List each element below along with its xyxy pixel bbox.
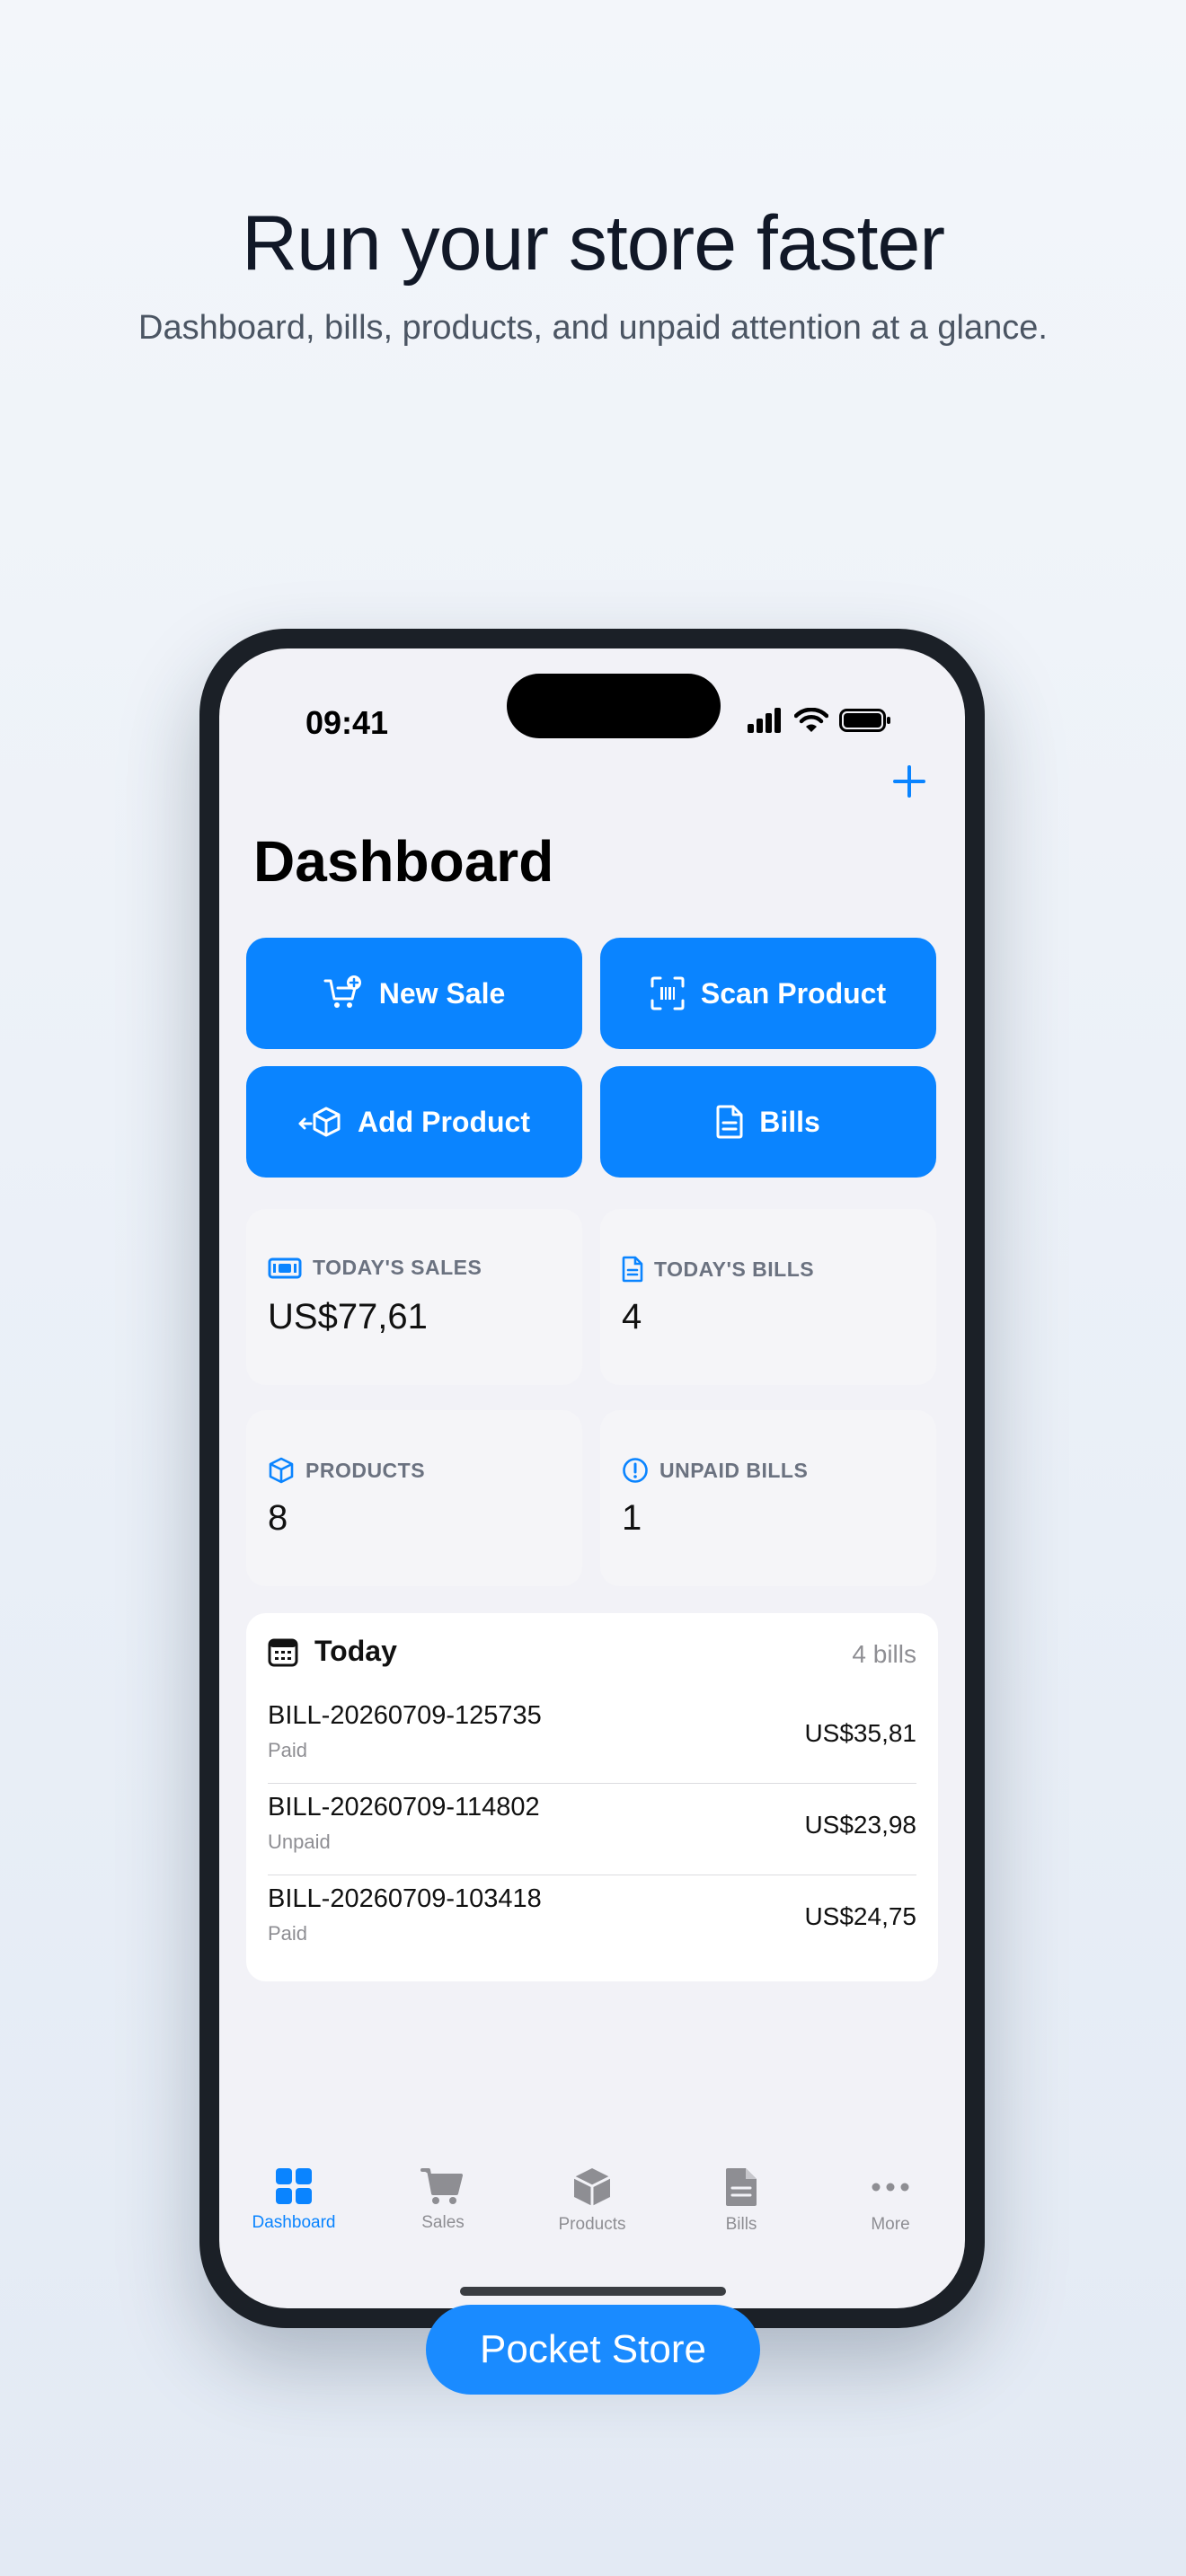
unpaid-bills-card[interactable]: UNPAID BILLS 1 [600,1410,936,1586]
tab-bar: Dashboard Sales Products Bills More [219,2166,965,2265]
marketing-headline: Run your store faster [241,200,945,287]
bill-status: Paid [268,1922,308,1945]
bills-button[interactable]: Bills [600,1066,936,1178]
add-product-label: Add Product [358,1105,530,1138]
bill-id: BILL-20260709-114802 [268,1793,540,1822]
home-indicator [460,2287,726,2296]
ellipsis-icon [870,2166,911,2208]
tab-bills-label: Bills [725,2215,757,2234]
tab-sales-label: Sales [421,2213,465,2232]
new-sale-button[interactable]: New Sale [246,938,582,1049]
barcode-scan-icon [651,976,685,1010]
bills-label: Bills [759,1105,820,1138]
grid-icon [274,2166,314,2206]
bill-amount: US$23,98 [804,1811,916,1839]
brand-badge: Pocket Store [426,2305,760,2395]
unpaid-bills-value: 1 [622,1498,642,1538]
status-time: 09:41 [305,704,389,741]
tab-dashboard[interactable]: Dashboard [219,2166,368,2256]
todays-bills-value: 4 [622,1297,642,1337]
bill-id: BILL-20260709-103418 [268,1884,542,1913]
todays-bills-label: TODAY'S BILLS [654,1257,815,1281]
bill-id: BILL-20260709-125735 [268,1701,542,1730]
cube-icon [268,1457,295,1484]
phone-frame: 09:41 Dashboard New Sale Scan Product Ad… [199,629,985,2328]
products-card[interactable]: PRODUCTS 8 [246,1410,582,1586]
tab-more[interactable]: More [816,2166,965,2256]
products-value: 8 [268,1498,288,1538]
bill-amount: US$24,75 [804,1902,916,1930]
unpaid-bills-label: UNPAID BILLS [659,1458,809,1482]
tab-products[interactable]: Products [518,2166,667,2256]
new-sale-label: New Sale [378,976,506,1010]
box-arrow-icon [298,1104,341,1140]
tab-dashboard-label: Dashboard [252,2213,336,2232]
document-icon [724,2166,758,2208]
status-icons [748,704,891,737]
bill-status: Unpaid [268,1831,331,1853]
scan-product-button[interactable]: Scan Product [600,938,936,1049]
tab-bills[interactable]: Bills [667,2166,816,2256]
today-card: Today 4 bills BILL-20260709-125735 Paid … [246,1613,938,1981]
signal-icon [748,708,783,733]
bill-row[interactable]: BILL-20260709-103418 Paid US$24,75 [268,1877,916,1967]
marketing-subheadline: Dashboard, bills, products, and unpaid a… [138,309,1048,347]
phone-screen: 09:41 Dashboard New Sale Scan Product Ad… [219,648,965,2308]
row-divider [268,1783,916,1784]
bill-row[interactable]: BILL-20260709-114802 Unpaid US$23,98 [268,1786,916,1875]
todays-sales-value: US$77,61 [268,1297,428,1337]
add-button[interactable] [888,760,931,803]
plus-icon [893,765,925,798]
bill-amount: US$35,81 [804,1719,916,1747]
battery-icon [839,708,891,733]
add-product-button[interactable]: Add Product [246,1066,582,1178]
document-icon [622,1256,643,1283]
todays-bills-card[interactable]: TODAY'S BILLS 4 [600,1209,936,1385]
todays-sales-label: TODAY'S SALES [313,1256,482,1279]
dynamic-island [507,674,721,738]
tab-products-label: Products [558,2215,626,2234]
wifi-icon [794,708,828,733]
document-icon [716,1105,743,1139]
cart-icon [420,2166,465,2206]
products-label: PRODUCTS [305,1458,426,1482]
cart-plus-icon [323,975,363,1011]
page-title: Dashboard [253,829,554,894]
scan-product-label: Scan Product [700,976,887,1010]
today-bill-count: 4 bills [852,1640,916,1668]
bill-status: Paid [268,1739,308,1761]
today-title: Today [314,1635,397,1667]
todays-sales-card[interactable]: TODAY'S SALES US$77,61 [246,1209,582,1385]
exclamation-circle-icon [622,1457,649,1484]
calendar-icon [268,1636,298,1667]
banknote-icon [268,1257,302,1280]
bill-row[interactable]: BILL-20260709-125735 Paid US$35,81 [268,1694,916,1784]
cube-icon [571,2166,613,2208]
tab-more-label: More [871,2215,910,2234]
tab-sales[interactable]: Sales [368,2166,518,2256]
